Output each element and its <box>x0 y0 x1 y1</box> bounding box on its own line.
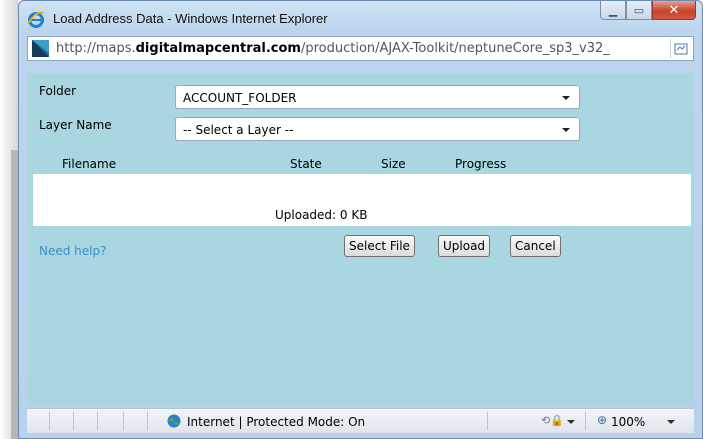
status-bar: Internet | Protected Mode: On ⟲🔒 ⊕ 100% <box>27 408 694 433</box>
dialog-content: Folder ACCOUNT_FOLDER Layer Name -- Sele… <box>27 73 694 406</box>
status-divider <box>49 412 50 430</box>
column-header-progress: Progress <box>455 157 507 171</box>
uploaded-total: Uploaded: 0 KB <box>275 208 368 222</box>
status-divider <box>73 412 74 430</box>
site-favicon-icon <box>32 40 49 57</box>
folder-select[interactable]: ACCOUNT_FOLDER <box>175 85 580 109</box>
maximize-button[interactable]: ▭ <box>626 1 652 20</box>
column-header-filename: Filename <box>62 157 117 171</box>
status-divider <box>123 412 124 430</box>
zoom-icon[interactable]: ⊕ <box>597 413 607 427</box>
close-icon: ✕ <box>668 2 680 18</box>
upload-button[interactable]: Upload <box>438 235 491 257</box>
status-divider <box>585 412 586 430</box>
status-divider <box>147 412 148 430</box>
column-header-size: Size <box>381 157 406 171</box>
status-divider <box>487 412 488 430</box>
layer-name-label: Layer Name <box>39 118 112 132</box>
ie-window: Load Address Data - Windows Internet Exp… <box>18 0 703 439</box>
select-file-button[interactable]: Select File <box>344 235 415 257</box>
title-bar[interactable]: Load Address Data - Windows Internet Exp… <box>19 1 702 35</box>
address-url[interactable]: http://maps.digitalmapcentral.com/produc… <box>56 41 666 56</box>
chevron-down-icon <box>562 96 570 100</box>
maximize-icon: ▭ <box>633 3 645 17</box>
status-divider <box>97 412 98 430</box>
security-zone-text[interactable]: Internet | Protected Mode: On <box>187 415 365 429</box>
compatibility-view-icon[interactable] <box>670 39 691 58</box>
cancel-button[interactable]: Cancel <box>510 235 561 257</box>
minimize-button[interactable]: ▁ <box>600 1 626 20</box>
folder-label: Folder <box>39 84 77 98</box>
chevron-down-icon[interactable] <box>667 420 675 424</box>
layer-select-value: -- Select a Layer -- <box>183 123 294 137</box>
window-title: Load Address Data - Windows Internet Exp… <box>53 11 328 26</box>
need-help-link[interactable]: Need help? <box>39 244 106 258</box>
internet-zone-icon <box>167 414 181 428</box>
background-window-edge <box>0 0 18 439</box>
address-bar[interactable]: http://maps.digitalmapcentral.com/produc… <box>27 36 694 61</box>
close-button[interactable]: ✕ <box>652 1 696 20</box>
column-header-state: State <box>290 157 322 171</box>
chevron-down-icon <box>562 128 570 132</box>
chevron-down-icon[interactable] <box>567 420 575 424</box>
internet-explorer-icon <box>27 11 45 28</box>
minimize-icon: ▁ <box>608 3 618 17</box>
layer-select[interactable]: -- Select a Layer -- <box>175 117 580 141</box>
caption-buttons: ▁ ▭ ✕ <box>600 1 696 21</box>
protected-mode-icon[interactable]: ⟲🔒 <box>541 414 564 427</box>
zoom-level[interactable]: 100% <box>611 415 645 429</box>
folder-select-value: ACCOUNT_FOLDER <box>183 91 297 105</box>
